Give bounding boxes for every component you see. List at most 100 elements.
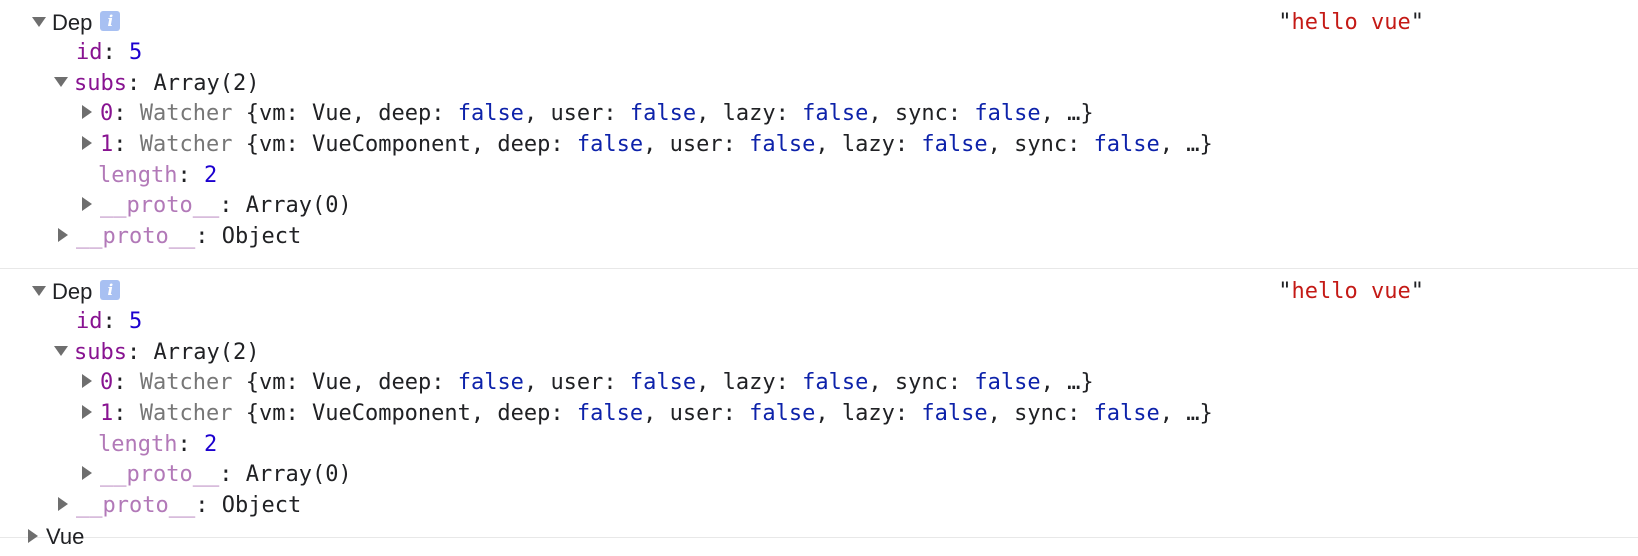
comma: , [815, 401, 842, 426]
preview-key: sync [1014, 401, 1068, 426]
property-value: Object [221, 493, 302, 518]
property-length: length: 2 [98, 161, 217, 191]
expand-triangle-icon[interactable] [28, 529, 38, 543]
colon: : [722, 132, 750, 157]
info-icon[interactable]: i [100, 280, 121, 300]
property-value: Array(2) [153, 340, 260, 365]
property-array-proto[interactable]: __proto__: Array(0) [82, 191, 352, 221]
brace-open: { [232, 370, 259, 395]
object-title: Dep [52, 10, 93, 35]
object-header[interactable]: Dep i [32, 8, 121, 38]
preview-value: false [576, 401, 644, 426]
array-item[interactable]: 1: Watcher {vm: VueComponent, deep: fals… [82, 130, 1213, 160]
expand-triangle-icon[interactable] [82, 466, 92, 480]
item-index: 0 [100, 370, 114, 395]
colon: : [113, 401, 140, 426]
property-proto[interactable]: __proto__: Object [58, 491, 301, 521]
comma: , [523, 370, 551, 395]
preview-value: false [974, 101, 1041, 126]
comma: , [696, 101, 723, 126]
property-value: Array(0) [245, 462, 352, 487]
property-proto[interactable]: __proto__: Object [58, 222, 301, 252]
colon: : [219, 462, 246, 487]
console-message-partial[interactable]: Vue [28, 522, 84, 552]
expand-triangle-icon[interactable] [82, 405, 92, 419]
preview-value: VueComponent [311, 401, 471, 426]
string-value: hello vue [1291, 279, 1411, 304]
colon: : [219, 193, 246, 218]
colon: : [177, 163, 204, 188]
preview-value: Vue [311, 101, 352, 126]
preview-key: lazy [841, 132, 895, 157]
preview-key: user [669, 401, 723, 426]
colon: : [603, 101, 630, 126]
brace-open: { [232, 132, 259, 157]
array-item[interactable]: 0: Watcher {vm: Vue, deep: false, user: … [82, 368, 1094, 398]
quote-open: " [1278, 279, 1292, 304]
comma: , [987, 132, 1015, 157]
colon: : [113, 370, 140, 395]
property-array-proto[interactable]: __proto__: Array(0) [82, 460, 352, 490]
preview-key: deep [497, 132, 551, 157]
expand-triangle-icon[interactable] [58, 497, 68, 511]
property-value: 2 [203, 163, 218, 188]
quote-close: " [1410, 279, 1424, 304]
string-value: hello vue [1291, 10, 1411, 35]
property-subs[interactable]: subs: Array(2) [54, 69, 259, 99]
array-item[interactable]: 1: Watcher {vm: VueComponent, deep: fals… [82, 399, 1213, 429]
property-key: __proto__ [76, 493, 196, 518]
class-name: Watcher [139, 401, 233, 426]
class-name: Watcher [139, 370, 233, 395]
info-icon[interactable]: i [100, 11, 121, 31]
expand-triangle-icon[interactable] [82, 197, 92, 211]
ellipsis: …} [1067, 101, 1094, 126]
colon: : [947, 370, 975, 395]
colon: : [1067, 132, 1094, 157]
colon: : [113, 101, 140, 126]
property-subs[interactable]: subs: Array(2) [54, 338, 259, 368]
array-item[interactable]: 0: Watcher {vm: Vue, deep: false, user: … [82, 99, 1094, 129]
ellipsis: …} [1067, 370, 1094, 395]
comma: , [351, 370, 379, 395]
preview-value: false [921, 132, 988, 157]
comma: , [868, 370, 895, 395]
comma: , [1040, 101, 1068, 126]
expand-triangle-icon[interactable] [82, 374, 92, 388]
preview-key: lazy [722, 101, 776, 126]
colon: : [550, 132, 577, 157]
property-value: Array(0) [245, 193, 352, 218]
property-key: __proto__ [100, 193, 220, 218]
property-key: subs [74, 71, 127, 96]
property-key: __proto__ [100, 462, 220, 487]
comma: , [815, 132, 842, 157]
class-name: Watcher [139, 101, 233, 126]
colon: : [195, 224, 222, 249]
property-value: 5 [129, 40, 143, 65]
colon: : [894, 132, 922, 157]
comma: , [1159, 401, 1187, 426]
logged-string: "hello vue" [1278, 277, 1424, 307]
expand-triangle-icon[interactable] [58, 228, 68, 242]
expand-triangle-icon[interactable] [82, 136, 92, 150]
comma: , [1040, 370, 1068, 395]
colon: : [550, 401, 577, 426]
comma: , [523, 101, 551, 126]
console-message: Dep i "hello vue" id: 5 subs: Array(2) 0: Wat… [0, 0, 1638, 269]
property-value: 5 [129, 309, 143, 334]
comma: , [643, 401, 670, 426]
collapse-triangle-icon[interactable] [54, 346, 68, 356]
colon: : [102, 309, 129, 334]
collapse-triangle-icon[interactable] [32, 17, 46, 27]
property-value: Object [221, 224, 302, 249]
property-value: 2 [203, 432, 218, 457]
logged-string: "hello vue" [1278, 8, 1424, 38]
colon: : [894, 401, 922, 426]
collapse-triangle-icon[interactable] [32, 286, 46, 296]
ellipsis: …} [1186, 132, 1213, 157]
expand-triangle-icon[interactable] [82, 105, 92, 119]
object-header[interactable]: Dep i [32, 277, 121, 307]
colon: : [285, 401, 312, 426]
collapse-triangle-icon[interactable] [54, 77, 68, 87]
preview-key: user [550, 370, 604, 395]
property-id: id: 5 [76, 38, 142, 68]
